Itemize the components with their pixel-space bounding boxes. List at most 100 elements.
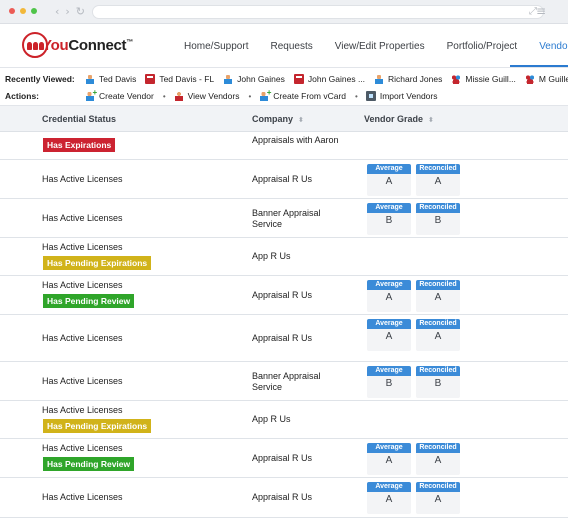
table-row[interactable]: Has Active Licenses Banner Appraisal Serv… bbox=[0, 199, 568, 238]
nav-portfolio-project[interactable]: Portfolio/Project bbox=[447, 41, 518, 52]
recently-viewed-label: Recently Viewed: bbox=[5, 74, 75, 84]
average-grade-label: Average bbox=[367, 280, 411, 290]
logo-emblem-icon bbox=[22, 32, 48, 58]
table-row[interactable]: Has Active Licenses Has Pending Expiratio… bbox=[0, 238, 568, 276]
reconciled-grade-box: Reconciled A bbox=[416, 164, 460, 196]
person-icon bbox=[223, 74, 234, 84]
status-badge: Has Expirations bbox=[43, 138, 116, 152]
menu-icon[interactable]: ≡ bbox=[536, 4, 546, 18]
person-icon bbox=[85, 74, 95, 84]
company-link[interactable]: Appraisal R Us bbox=[252, 492, 347, 503]
company-link[interactable]: Appraisal R Us bbox=[252, 453, 347, 464]
status-badge: Has Pending Review bbox=[43, 457, 135, 471]
table-header: Credential Status Company ⬍ Vendor Grade ⬍ bbox=[0, 106, 568, 132]
nav-requests[interactable]: Requests bbox=[270, 41, 312, 52]
status-badge: Has Pending Review bbox=[43, 294, 135, 308]
company-link[interactable]: Appraisal R Us bbox=[252, 290, 347, 301]
recent-item[interactable]: Missie Guill... bbox=[451, 74, 516, 84]
company-link[interactable]: Banner Appraisal Service bbox=[252, 371, 347, 393]
average-grade-value: B bbox=[385, 215, 393, 226]
recent-item[interactable]: Ted Davis - FL bbox=[145, 74, 214, 84]
average-grade-label: Average bbox=[367, 164, 411, 174]
create-vendor-action[interactable]: Create Vendor bbox=[85, 88, 154, 101]
recently-viewed-row: Recently Viewed: Ted Davis Ted Davis - F… bbox=[5, 71, 568, 87]
book-icon bbox=[145, 74, 156, 84]
average-grade-label: Average bbox=[367, 319, 411, 329]
average-grade-box: Average A bbox=[367, 280, 411, 312]
address-bar[interactable]: ⤢ bbox=[92, 5, 544, 19]
credential-status-text: Has Active Licenses bbox=[42, 333, 123, 343]
table-row[interactable]: Has Active Licenses Appraisal R Us Average… bbox=[0, 315, 568, 362]
group-icon bbox=[524, 74, 535, 84]
create-from-vcard-action[interactable]: Create From vCard bbox=[259, 88, 346, 101]
separator-dot: • bbox=[162, 91, 166, 101]
table-row[interactable]: Has Active Licenses Has Pending Review App… bbox=[0, 276, 568, 315]
credential-status-text: Has Active Licenses bbox=[42, 242, 123, 252]
average-grade-value: A bbox=[385, 292, 393, 303]
company-link[interactable]: Banner Appraisal Service bbox=[252, 208, 347, 230]
table-row[interactable]: Has Active Licenses Appraisal R Us Average… bbox=[0, 160, 568, 199]
reconciled-grade-value: A bbox=[434, 292, 442, 303]
average-grade-value: B bbox=[385, 378, 393, 389]
reconciled-grade-label: Reconciled bbox=[416, 319, 460, 329]
status-badge: Has Pending Expirations bbox=[43, 419, 152, 433]
nav-home-support[interactable]: Home/Support bbox=[184, 41, 248, 52]
average-grade-label: Average bbox=[367, 482, 411, 492]
view-vendors-action[interactable]: View Vendors bbox=[173, 91, 239, 101]
status-badge: Has Pending Expirations bbox=[43, 256, 152, 270]
credential-status-text: Has Active Licenses bbox=[42, 213, 123, 223]
table-row[interactable]: Has Active Licenses Has Pending Review App… bbox=[0, 439, 568, 478]
browser-nav-icons[interactable]: ‹›↻ bbox=[55, 5, 91, 18]
nav-vendors[interactable]: Vendors bbox=[539, 41, 568, 52]
credential-status-text: Has Active Licenses bbox=[42, 443, 123, 453]
company-link[interactable]: Appraisal R Us bbox=[252, 174, 347, 185]
credential-status-text: Has Active Licenses bbox=[42, 376, 123, 386]
close-window-button[interactable] bbox=[9, 8, 15, 14]
reconciled-grade-label: Reconciled bbox=[416, 482, 460, 492]
credential-status-text: Has Active Licenses bbox=[42, 492, 123, 502]
maximize-window-button[interactable] bbox=[31, 8, 37, 14]
reconciled-grade-label: Reconciled bbox=[416, 203, 460, 213]
reconciled-grade-value: A bbox=[434, 176, 442, 187]
sort-icon[interactable]: ⬍ bbox=[428, 116, 434, 124]
table-row[interactable]: Has Active Licenses Appraisal R Us Average… bbox=[0, 478, 568, 518]
table-row[interactable]: Has Expirations Appraisals with Aaron bbox=[0, 132, 568, 160]
nav-view-edit-properties[interactable]: View/Edit Properties bbox=[335, 41, 425, 52]
company-link[interactable]: Appraisal R Us bbox=[252, 333, 347, 344]
recent-item[interactable]: M Guillette bbox=[524, 74, 568, 84]
recent-item[interactable]: John Gaines ... bbox=[293, 74, 365, 84]
minimize-window-button[interactable] bbox=[20, 8, 26, 14]
reconciled-grade-box: Reconciled B bbox=[416, 366, 460, 398]
reconciled-grade-value: B bbox=[434, 378, 442, 389]
app-header: YouConnect™ Home/Support Requests View/E… bbox=[0, 24, 568, 68]
reconciled-grade-box: Reconciled A bbox=[416, 443, 460, 475]
average-grade-value: A bbox=[385, 455, 393, 466]
average-grade-value: A bbox=[385, 176, 393, 187]
import-vendors-action[interactable]: Import Vendors bbox=[365, 91, 437, 101]
recent-item[interactable]: Ted Davis bbox=[85, 74, 136, 84]
reconciled-grade-box: Reconciled B bbox=[416, 203, 460, 235]
quick-bar: Recently Viewed: Ted Davis Ted Davis - F… bbox=[0, 68, 568, 106]
company-link[interactable]: App R Us bbox=[252, 414, 347, 425]
company-link[interactable]: Appraisals with Aaron bbox=[252, 135, 347, 146]
average-grade-label: Average bbox=[367, 443, 411, 453]
column-credential-status[interactable]: Credential Status bbox=[42, 114, 116, 124]
separator-dot: • bbox=[248, 91, 252, 101]
company-link[interactable]: App R Us bbox=[252, 251, 347, 262]
add-person-icon bbox=[85, 88, 97, 101]
reconciled-grade-label: Reconciled bbox=[416, 443, 460, 453]
sort-icon[interactable]: ⬍ bbox=[298, 116, 304, 124]
column-company[interactable]: Company ⬍ bbox=[252, 114, 304, 124]
reconciled-grade-label: Reconciled bbox=[416, 280, 460, 290]
browser-chrome: ‹›↻ ⤢ ≡ bbox=[0, 0, 568, 24]
table-row[interactable]: Has Active Licenses Banner Appraisal Serv… bbox=[0, 362, 568, 401]
recent-item[interactable]: Richard Jones bbox=[374, 74, 442, 84]
credential-status-text: Has Active Licenses bbox=[42, 280, 123, 290]
average-grade-box: Average A bbox=[367, 319, 411, 351]
actions-label: Actions: bbox=[5, 91, 39, 101]
youconnect-logo[interactable]: YouConnect™ bbox=[22, 31, 133, 59]
table-row[interactable]: Has Active Licenses Has Pending Expiratio… bbox=[0, 401, 568, 439]
column-vendor-grade[interactable]: Vendor Grade ⬍ bbox=[364, 114, 434, 124]
recent-item[interactable]: John Gaines bbox=[223, 74, 285, 84]
vcard-person-icon bbox=[259, 88, 271, 101]
